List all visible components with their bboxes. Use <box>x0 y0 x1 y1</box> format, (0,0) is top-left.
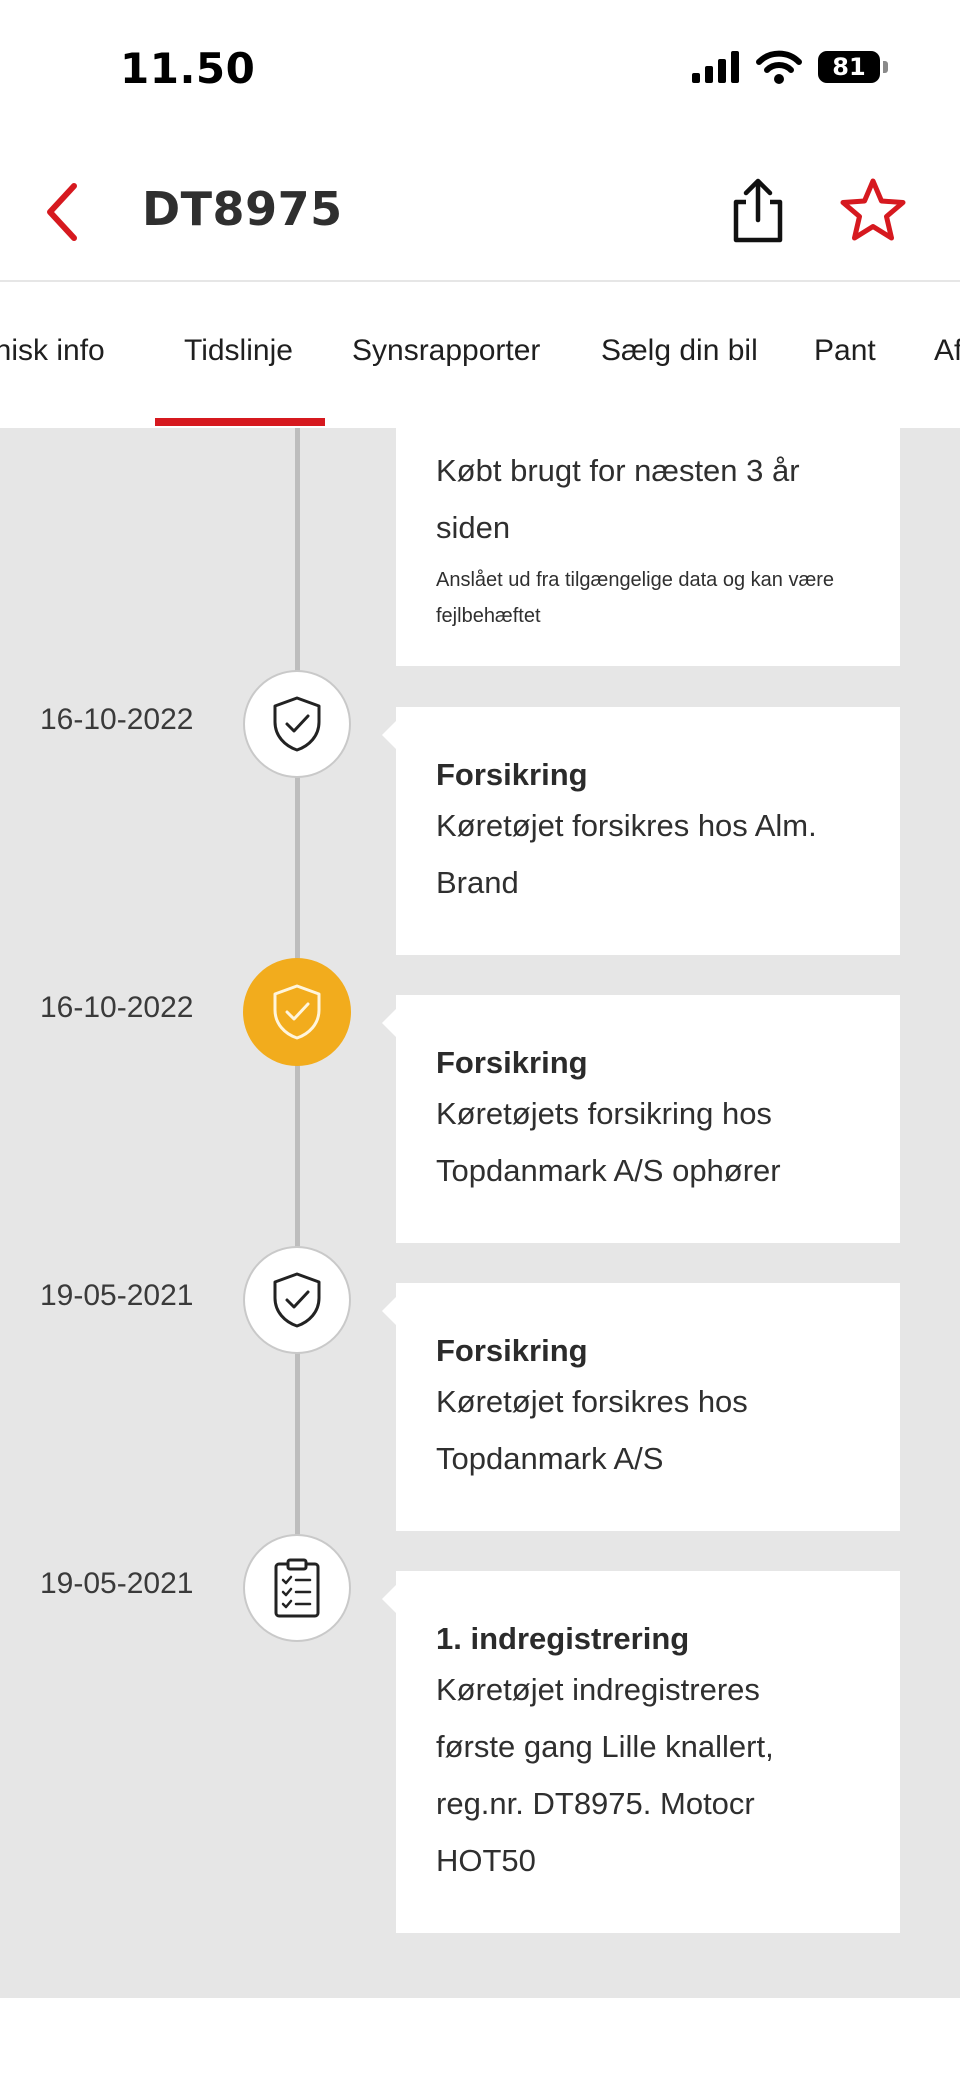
back-button[interactable] <box>36 176 92 248</box>
wifi-icon <box>756 50 802 84</box>
clipboard-checklist-icon <box>274 1558 320 1618</box>
card-note-line: Anslået ud fra tilgængelige data og kan … <box>436 569 835 591</box>
tab-af[interactable]: Af <box>934 334 960 368</box>
card-text-line: Køretøjet forsikres hos <box>436 1384 748 1419</box>
page-title: DT8975 <box>142 182 343 236</box>
battery-icon: 81 <box>818 51 888 83</box>
shield-check-icon <box>273 696 321 752</box>
shield-check-icon <box>273 1272 321 1328</box>
card-title: Forsikring <box>436 1045 588 1080</box>
star-icon <box>840 178 906 241</box>
tab-tidslinje[interactable]: Tidslinje <box>184 334 293 368</box>
timeline[interactable]: Købt brugt for næsten 3 år siden Anslået… <box>0 428 960 1998</box>
event-node <box>243 1246 351 1354</box>
card-title: 1. indregistrering <box>436 1621 690 1656</box>
signal-icon <box>692 51 739 83</box>
event-date: 19-05-2021 <box>40 1279 194 1312</box>
card-title: Forsikring <box>436 1333 588 1368</box>
status-icons: 81 <box>692 50 888 84</box>
card-text-line: Topdanmark A/S ophører <box>436 1153 781 1188</box>
tab-synsrapporter[interactable]: Synsrapporter <box>352 334 540 368</box>
share-icon <box>733 178 783 243</box>
tab-bar: Teknisk info Tidslinje Synsrapporter Sæl… <box>0 282 960 428</box>
card-text-line: HOT50 <box>436 1843 536 1878</box>
card-note-line: fejlbehæftet <box>436 605 541 627</box>
card-text-line: Køretøjet forsikres hos Alm. <box>436 808 817 843</box>
shield-check-icon <box>273 984 321 1040</box>
tab-pant[interactable]: Pant <box>814 334 876 368</box>
battery-level: 81 <box>832 53 866 81</box>
event-date: 16-10-2022 <box>40 703 194 736</box>
card-text-line: første gang Lille knallert, <box>436 1729 774 1764</box>
bottom-area <box>0 1998 960 2081</box>
card-text-line: Købt brugt for næsten 3 år <box>436 453 800 488</box>
header: DT8975 <box>0 140 960 282</box>
event-node <box>243 670 351 778</box>
event-node-active <box>243 958 351 1066</box>
event-date: 19-05-2021 <box>40 1567 194 1600</box>
card-text-line: Køretøjets forsikring hos <box>436 1096 772 1131</box>
status-bar: 11.50 81 <box>0 0 960 140</box>
card-text-line: Topdanmark A/S <box>436 1441 664 1476</box>
tab-teknisk-info[interactable]: Teknisk info <box>0 334 105 368</box>
card-text-line: reg.nr. DT8975. Motocr <box>436 1786 755 1821</box>
card-text-line: siden <box>436 510 511 545</box>
active-tab-indicator <box>155 418 325 426</box>
card-title: Forsikring <box>436 757 588 792</box>
card-text-line: Køretøjet indregistreres <box>436 1672 760 1707</box>
timeline-card[interactable]: Forsikring Køretøjet forsikres hos Topda… <box>382 1283 900 1531</box>
timeline-card[interactable]: Forsikring Køretøjet forsikres hos Alm. … <box>382 707 900 955</box>
share-button[interactable] <box>728 176 788 246</box>
card-text-line: Brand <box>436 865 519 900</box>
status-time: 11.50 <box>120 44 256 93</box>
chevron-left-icon <box>47 183 77 241</box>
timeline-card[interactable]: Forsikring Køretøjets forsikring hos Top… <box>382 995 900 1243</box>
timeline-card-purchase: Købt brugt for næsten 3 år siden Anslået… <box>396 428 900 666</box>
timeline-card[interactable]: 1. indregistrering Køretøjet indregistre… <box>382 1571 900 1933</box>
event-node <box>243 1534 351 1642</box>
tab-saelg-din-bil[interactable]: Sælg din bil <box>601 334 758 368</box>
favorite-button[interactable] <box>838 176 908 246</box>
event-date: 16-10-2022 <box>40 991 194 1024</box>
